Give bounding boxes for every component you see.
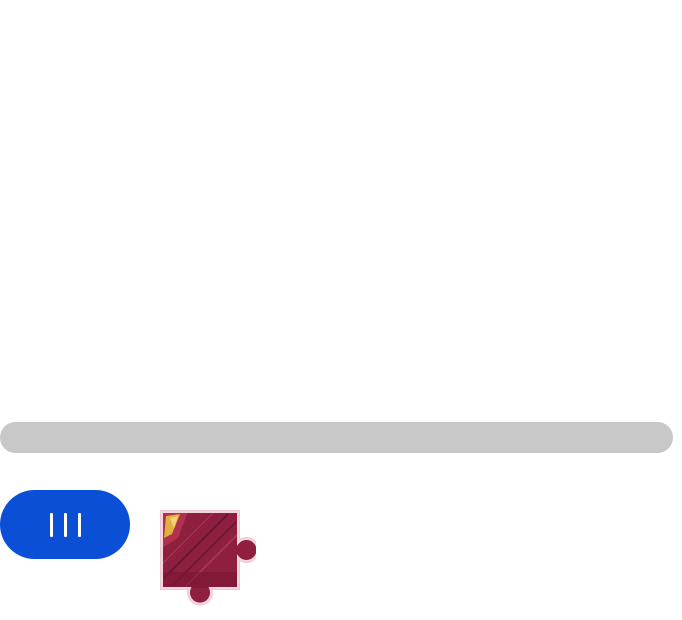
- puzzle-background-area: [0, 0, 682, 410]
- grip-lines-icon: [63, 512, 67, 537]
- slider-track: [0, 422, 673, 453]
- puzzle-piece[interactable]: [158, 508, 256, 606]
- slider-captcha: [0, 0, 682, 620]
- grip-lines-icon: [77, 512, 81, 537]
- puzzle-piece-icon: [160, 510, 256, 606]
- grip-lines-icon: [49, 512, 53, 537]
- slider-handle[interactable]: [0, 490, 130, 559]
